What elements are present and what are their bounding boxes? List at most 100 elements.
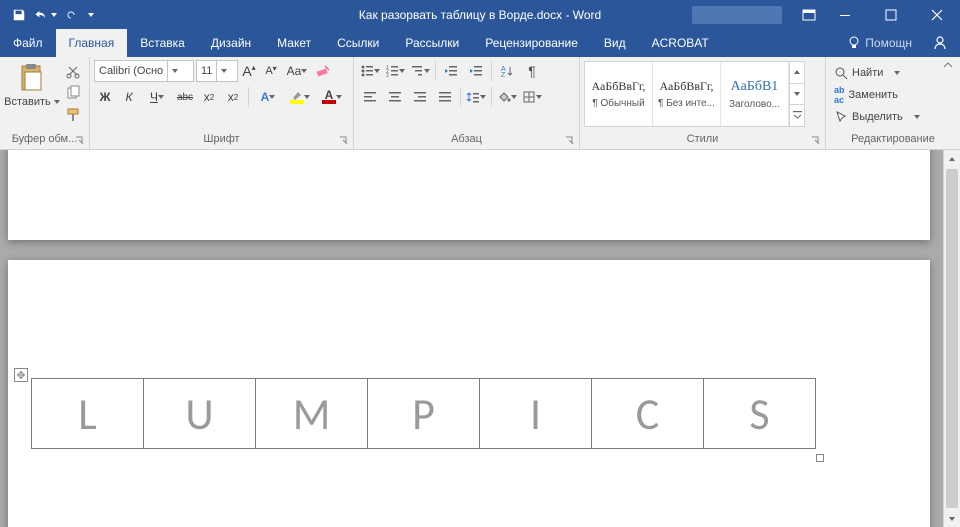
- align-right-button[interactable]: [408, 86, 432, 108]
- minimize-button[interactable]: [822, 1, 868, 29]
- tab-insert[interactable]: Вставка: [127, 29, 198, 57]
- find-button[interactable]: Найти: [830, 62, 926, 84]
- justify-button[interactable]: [433, 86, 457, 108]
- strikethrough-button[interactable]: abc: [174, 86, 196, 108]
- table-move-handle[interactable]: ✥: [14, 368, 28, 382]
- grow-font-button[interactable]: A▴: [238, 60, 260, 82]
- multilevel-button[interactable]: [408, 60, 432, 82]
- cut-button[interactable]: [62, 60, 84, 82]
- window-title: Как разорвать таблицу в Ворде.docx - Wor…: [359, 8, 601, 22]
- select-button[interactable]: Выделить: [830, 106, 926, 128]
- clipboard-dialog-launcher[interactable]: [75, 136, 85, 146]
- tab-layout[interactable]: Макет: [264, 29, 324, 57]
- save-button[interactable]: [6, 1, 32, 29]
- table-resize-handle[interactable]: [816, 454, 824, 462]
- tab-file[interactable]: Файл: [0, 29, 56, 57]
- copy-button[interactable]: [62, 82, 84, 104]
- decrease-indent-button[interactable]: [439, 60, 463, 82]
- style-no-spacing[interactable]: АаБбВвГг, ¶ Без инте...: [653, 62, 721, 126]
- sort-button[interactable]: AZ: [495, 60, 519, 82]
- collapse-ribbon-button[interactable]: [938, 59, 958, 71]
- document-viewport[interactable]: ✥ L U M P I C S: [0, 150, 943, 527]
- gallery-more[interactable]: [790, 105, 804, 126]
- styles-dialog-launcher[interactable]: [811, 136, 821, 146]
- tab-review[interactable]: Рецензирование: [472, 29, 591, 57]
- text-effects-button[interactable]: A: [253, 86, 283, 108]
- share-button[interactable]: [920, 29, 960, 57]
- show-marks-button[interactable]: ¶: [520, 60, 544, 82]
- document-table[interactable]: L U M P I C S: [31, 378, 816, 449]
- font-color-button[interactable]: A: [317, 86, 347, 108]
- tab-home[interactable]: Главная: [56, 29, 128, 57]
- paste-button[interactable]: Вставить: [4, 60, 60, 108]
- undo-button[interactable]: [32, 1, 58, 29]
- table-cell[interactable]: P: [368, 379, 480, 449]
- table-cell[interactable]: C: [592, 379, 704, 449]
- format-painter-button[interactable]: [62, 104, 84, 126]
- font-size-combo[interactable]: 11: [196, 60, 238, 82]
- group-font-label: Шрифт: [203, 133, 239, 145]
- line-spacing-button[interactable]: [464, 86, 488, 108]
- borders-button[interactable]: [520, 86, 544, 108]
- numbering-button[interactable]: 123: [383, 60, 407, 82]
- tab-mailings[interactable]: Рассылки: [392, 29, 472, 57]
- multilevel-icon: [410, 64, 424, 78]
- replace-button[interactable]: abac Заменить: [830, 84, 926, 106]
- bullets-button[interactable]: [358, 60, 382, 82]
- tab-view[interactable]: Вид: [591, 29, 639, 57]
- highlight-button[interactable]: [285, 86, 315, 108]
- borders-icon: [522, 90, 536, 104]
- vertical-scrollbar[interactable]: [943, 150, 960, 527]
- replace-icon: abac: [834, 85, 845, 105]
- tell-me-label: Помощн: [865, 36, 912, 50]
- subscript-button[interactable]: x2: [198, 86, 220, 108]
- table-cell[interactable]: M: [256, 379, 368, 449]
- scroll-up-button[interactable]: [944, 150, 960, 167]
- scroll-down-button[interactable]: [944, 510, 960, 527]
- styles-gallery[interactable]: АаБбВвГг, ¶ Обычный АаБбВвГг, ¶ Без инте…: [584, 61, 805, 127]
- table-cell[interactable]: S: [704, 379, 816, 449]
- group-clipboard-label: Буфер обм...: [12, 133, 78, 145]
- gallery-up[interactable]: [790, 62, 804, 84]
- font-dialog-launcher[interactable]: [339, 136, 349, 146]
- signin-placeholder[interactable]: [692, 6, 782, 24]
- shrink-font-button[interactable]: A▾: [260, 60, 282, 82]
- page-current[interactable]: ✥ L U M P I C S: [8, 260, 930, 527]
- style-normal[interactable]: АаБбВвГг, ¶ Обычный: [585, 62, 653, 126]
- find-label: Найти: [852, 67, 883, 79]
- group-font: Calibri (Осно 11 A▴ A▾ Aa Ж К Ч abc x2 x…: [90, 57, 354, 149]
- shading-button[interactable]: [495, 86, 519, 108]
- maximize-button[interactable]: [868, 1, 914, 29]
- align-left-button[interactable]: [358, 86, 382, 108]
- paragraph-dialog-launcher[interactable]: [565, 136, 575, 146]
- bold-button[interactable]: Ж: [94, 86, 116, 108]
- table-cell[interactable]: L: [32, 379, 144, 449]
- increase-indent-button[interactable]: [464, 60, 488, 82]
- style-heading1[interactable]: АаБбВ1 Заголово...: [721, 62, 789, 126]
- font-name-value: Calibri (Осно: [95, 65, 167, 77]
- superscript-button[interactable]: x2: [222, 86, 244, 108]
- gallery-down[interactable]: [790, 84, 804, 106]
- close-button[interactable]: [914, 1, 960, 29]
- highlight-icon: [291, 90, 303, 100]
- tab-references[interactable]: Ссылки: [324, 29, 392, 57]
- table-cell[interactable]: I: [480, 379, 592, 449]
- ribbon-display-options[interactable]: [796, 1, 822, 29]
- underline-button[interactable]: Ч: [142, 86, 172, 108]
- paste-label: Вставить: [4, 96, 51, 108]
- change-case-button[interactable]: Aa: [282, 60, 312, 82]
- italic-button[interactable]: К: [118, 86, 140, 108]
- tab-acrobat[interactable]: ACROBAT: [639, 29, 722, 57]
- tab-design[interactable]: Дизайн: [198, 29, 264, 57]
- scroll-thumb[interactable]: [946, 169, 958, 508]
- ribbon: Вставить Буфер обм... Calibri (Осно 11 A…: [0, 57, 960, 150]
- table-cell[interactable]: U: [144, 379, 256, 449]
- clear-formatting-button[interactable]: [312, 60, 334, 82]
- tell-me[interactable]: Помощн: [847, 29, 920, 57]
- qat-customize[interactable]: [84, 1, 98, 29]
- group-editing: Найти abac Заменить Выделить Редактирова…: [826, 57, 960, 149]
- redo-button[interactable]: [58, 1, 84, 29]
- font-name-combo[interactable]: Calibri (Осно: [94, 60, 194, 82]
- group-paragraph-label: Абзац: [451, 133, 482, 145]
- align-center-button[interactable]: [383, 86, 407, 108]
